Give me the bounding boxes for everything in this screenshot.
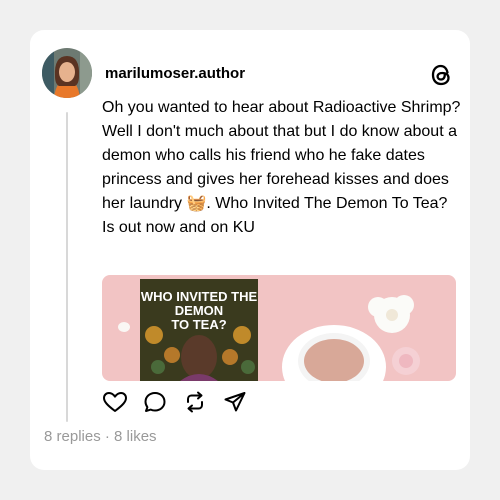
threads-logo-icon[interactable] [428, 62, 454, 88]
book-title-line1: WHO INVITED THE [141, 289, 258, 304]
repost-arrows-icon[interactable] [182, 389, 208, 415]
book-cover-photo: WHO INVITED THE DEMON TO TEA? [102, 275, 456, 381]
send-icon[interactable] [222, 389, 248, 415]
book-title-line2: DEMON [175, 303, 223, 318]
thread-line [66, 112, 68, 422]
post-card: marilumoser.author Oh you wanted to hear… [30, 30, 470, 470]
heart-icon[interactable] [102, 389, 128, 415]
avatar[interactable] [42, 48, 92, 98]
post-stats[interactable]: 8 replies · 8 likes [44, 428, 157, 445]
avatar-image [42, 48, 92, 98]
post-text: Oh you wanted to hear about Radioactive … [102, 99, 461, 236]
book-title-line3: TO TEA? [171, 317, 226, 332]
comment-bubble-icon[interactable] [142, 389, 168, 415]
post-media[interactable]: WHO INVITED THE DEMON TO TEA? [102, 275, 456, 381]
username[interactable]: marilumoser.author [105, 65, 245, 82]
